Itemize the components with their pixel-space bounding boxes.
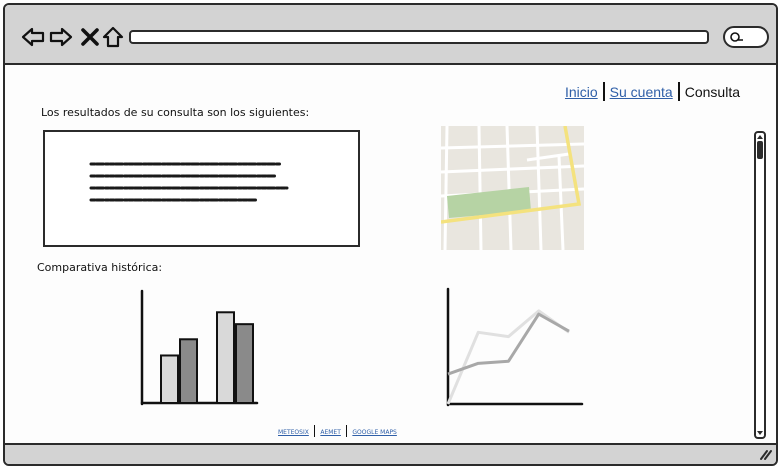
footer-link-google-maps[interactable]: GOOGLE MAPS xyxy=(352,429,397,436)
status-bar xyxy=(5,443,776,464)
nav-current-consulta: Consulta xyxy=(684,84,740,100)
scroll-thumb[interactable] xyxy=(757,141,763,159)
browser-window: Inicio Su cuenta Consulta Los resultados d… xyxy=(3,3,778,466)
nav-separator xyxy=(602,82,605,101)
bar-chart-bar xyxy=(235,323,254,404)
line-chart xyxy=(446,287,584,407)
browser-toolbar xyxy=(5,5,776,65)
home-icon[interactable] xyxy=(101,25,125,49)
nav-link-inicio[interactable]: Inicio xyxy=(565,84,598,100)
resize-grip-icon[interactable] xyxy=(758,448,772,460)
results-text-box xyxy=(43,130,360,247)
nav-link-su-cuenta[interactable]: Su cuenta xyxy=(610,84,673,100)
map-image xyxy=(441,126,584,250)
footer-links: METEOSIX AEMET GOOGLE MAPS xyxy=(278,425,397,437)
line-chart-series xyxy=(446,309,570,405)
footer-separator xyxy=(345,425,348,437)
forward-arrow-icon[interactable] xyxy=(49,25,73,49)
line-chart-series xyxy=(447,312,570,376)
search-icon xyxy=(730,32,743,42)
back-arrow-icon[interactable] xyxy=(21,25,45,49)
bar-chart-bar xyxy=(216,311,235,405)
footer-separator xyxy=(313,425,316,437)
bar-chart-bar xyxy=(160,354,179,405)
nav-separator xyxy=(677,82,680,101)
vertical-scrollbar[interactable] xyxy=(754,131,766,439)
address-bar[interactable] xyxy=(129,30,709,44)
close-icon[interactable] xyxy=(78,25,102,49)
scroll-down-arrow-icon[interactable] xyxy=(756,429,764,437)
results-label: Los resultados de su consulta son los si… xyxy=(41,106,310,119)
top-navigation: Inicio Su cuenta Consulta xyxy=(565,82,740,101)
page-content: Inicio Su cuenta Consulta Los resultados d… xyxy=(5,65,776,445)
placeholder-text-scribble xyxy=(89,162,289,202)
scroll-up-arrow-icon[interactable] xyxy=(756,133,764,141)
footer-link-meteosix[interactable]: METEOSIX xyxy=(278,429,309,436)
bar-chart-bar xyxy=(179,338,198,404)
search-box[interactable] xyxy=(723,26,769,48)
history-label: Comparativa histórica: xyxy=(37,261,163,274)
footer-link-aemet[interactable]: AEMET xyxy=(320,429,341,436)
bar-chart xyxy=(140,289,259,406)
